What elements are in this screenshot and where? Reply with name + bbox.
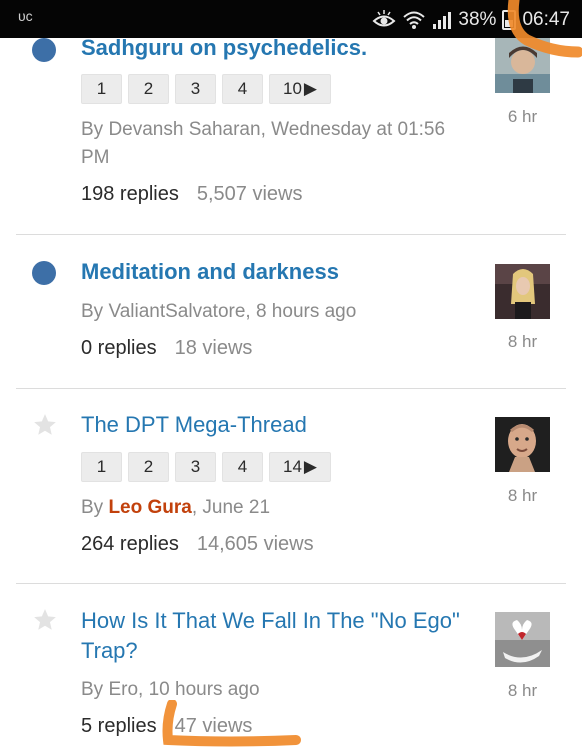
star-icon[interactable] <box>32 607 58 633</box>
meta-prefix: By <box>81 679 109 700</box>
thread-stats: 5 replies 47 views <box>81 715 252 738</box>
page-link[interactable]: 1 <box>81 74 122 104</box>
page-link[interactable]: 2 <box>128 74 169 104</box>
thread-divider <box>16 583 566 584</box>
thread-pagination: 1 2 3 4 10 ▶ <box>81 74 331 104</box>
last-post-time: 6 hr <box>507 107 538 126</box>
view-count: 47 views <box>174 715 253 737</box>
page-link[interactable]: 3 <box>175 452 216 482</box>
thread-meta: By ValiantSalvatore, 8 hours ago <box>81 298 461 326</box>
battery-percent: 38% <box>458 9 497 30</box>
page-link[interactable]: 4 <box>222 74 263 104</box>
thread-title-link[interactable]: How Is It That We Fall In The "No Ego" T… <box>81 606 461 666</box>
thread-divider <box>16 388 566 389</box>
view-count: 18 views <box>174 337 253 359</box>
thread-divider <box>16 234 566 235</box>
last-poster-avatar[interactable] <box>495 264 550 319</box>
last-post-time: 8 hr <box>507 332 538 351</box>
thread-stats: 0 replies 18 views <box>81 337 252 360</box>
thread-title-link[interactable]: The DPT Mega-Thread <box>81 410 481 440</box>
clock: 06:47 <box>522 9 570 30</box>
status-icons: 38% 06:47 <box>372 8 570 32</box>
signal-icon <box>432 10 452 30</box>
thread-meta: By Leo Gura, June 21 <box>81 494 461 522</box>
page-link[interactable]: 1 <box>81 452 122 482</box>
author-link[interactable]: Leo Gura <box>108 497 191 518</box>
last-page-number: 14 <box>283 457 302 476</box>
view-count: 14,605 views <box>196 533 314 555</box>
play-arrow-icon: ▶ <box>303 79 317 98</box>
wifi-icon <box>402 10 426 30</box>
author-link[interactable]: Ero <box>108 679 138 700</box>
page-link[interactable]: 2 <box>128 452 169 482</box>
page-link[interactable]: 4 <box>222 452 263 482</box>
play-arrow-icon: ▶ <box>303 457 317 476</box>
star-icon[interactable] <box>32 412 58 438</box>
last-post-time: 8 hr <box>507 681 538 700</box>
last-poster-avatar[interactable] <box>495 612 550 667</box>
unread-indicator-icon <box>32 261 56 285</box>
last-page-link[interactable]: 14 ▶ <box>269 452 331 482</box>
meta-prefix: By <box>81 119 109 140</box>
battery-icon <box>502 10 517 30</box>
thread-stats: 264 replies 14,605 views <box>81 533 314 556</box>
thread-meta: By Devansh Saharan, Wednesday at 01:56 P… <box>81 116 461 172</box>
page-link[interactable]: 3 <box>175 74 216 104</box>
meta-prefix: By <box>81 301 109 322</box>
last-poster-avatar[interactable] <box>495 417 550 472</box>
thread-title-link[interactable]: Meditation and darkness <box>81 257 481 287</box>
post-date: , 8 hours ago <box>245 301 357 322</box>
view-count: 5,507 views <box>196 183 303 205</box>
thread-meta: By Ero, 10 hours ago <box>81 676 461 704</box>
author-link[interactable]: Devansh Saharan <box>108 119 260 140</box>
last-page-number: 10 <box>283 79 302 98</box>
reply-count: 0 replies <box>81 337 157 359</box>
unread-indicator-icon <box>32 38 56 62</box>
thread-pagination: 1 2 3 4 14 ▶ <box>81 452 331 482</box>
post-date: , 10 hours ago <box>138 679 260 700</box>
last-page-link[interactable]: 10 ▶ <box>269 74 331 104</box>
reply-count: 5 replies <box>81 715 157 737</box>
last-poster-avatar[interactable] <box>495 38 550 93</box>
thread-title-link[interactable]: Sadhguru on psychedelics. <box>81 33 481 63</box>
reply-count: 198 replies <box>81 183 179 205</box>
reply-count: 264 replies <box>81 533 179 555</box>
meta-prefix: By <box>81 497 109 518</box>
thread-stats: 198 replies 5,507 views <box>81 183 302 206</box>
post-date: , June 21 <box>191 497 271 518</box>
eye-comfort-icon <box>372 10 396 30</box>
last-post-time: 8 hr <box>507 486 538 505</box>
author-link[interactable]: ValiantSalvatore <box>108 301 245 322</box>
notification-indicator: ᴜᴄ <box>18 8 33 24</box>
